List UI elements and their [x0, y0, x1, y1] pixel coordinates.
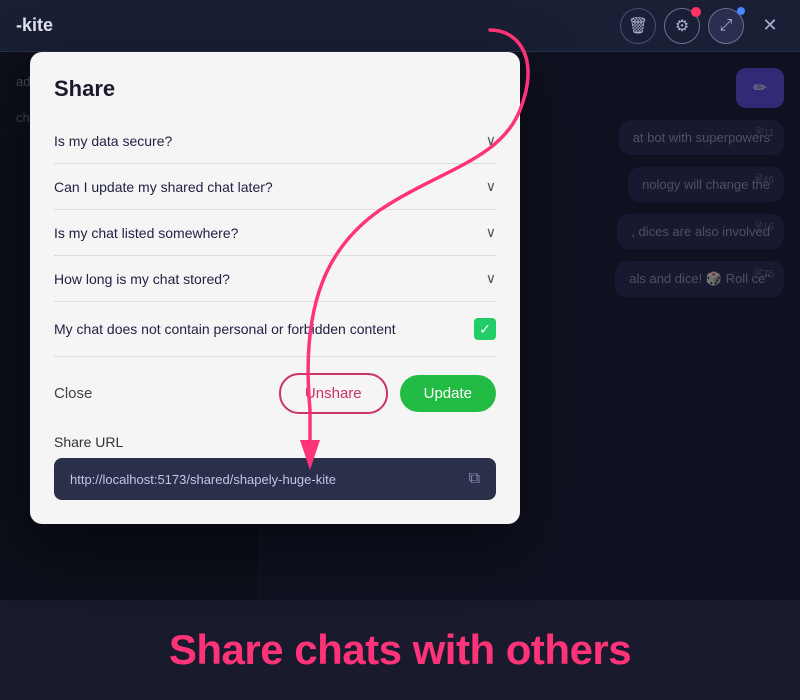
share-icon: ⤢	[720, 17, 733, 35]
checkbox-input[interactable]: ✓	[474, 318, 496, 340]
share-url-text: http://localhost:5173/shared/shapely-hug…	[70, 472, 457, 487]
share-button[interactable]: ⤢	[708, 8, 744, 44]
faq-item-data-secure[interactable]: Is my data secure? ∨	[54, 118, 496, 164]
delete-icon: 🗑	[628, 16, 648, 36]
checkbox-row: My chat does not contain personal or for…	[54, 302, 496, 357]
top-bar: -kite 🗑 ⚙ ⤢ ✕	[0, 0, 800, 52]
close-button[interactable]: ✕	[756, 12, 784, 40]
share-url-input: http://localhost:5173/shared/shapely-hug…	[54, 458, 496, 500]
close-label: Close	[54, 385, 267, 402]
share-url-label: Share URL	[54, 434, 496, 450]
faq-label: How long is my chat stored?	[54, 271, 230, 287]
share-url-section: Share URL http://localhost:5173/shared/s…	[54, 434, 496, 500]
bottom-title: Share chats with others	[169, 626, 631, 674]
close-icon: ✕	[762, 15, 777, 36]
checkbox-label: My chat does not contain personal or for…	[54, 321, 462, 337]
modal-title: Share	[54, 76, 496, 102]
update-button[interactable]: Update	[400, 375, 496, 412]
share-dot	[737, 7, 745, 15]
chevron-down-icon: ∨	[486, 270, 496, 287]
chevron-down-icon: ∨	[486, 178, 496, 195]
top-bar-actions: 🗑 ⚙ ⤢ ✕	[620, 8, 784, 44]
gear-button[interactable]: ⚙	[664, 8, 700, 44]
faq-item-listed[interactable]: Is my chat listed somewhere? ∨	[54, 210, 496, 256]
chevron-down-icon: ∨	[486, 224, 496, 241]
delete-button[interactable]: 🗑	[620, 8, 656, 44]
notification-dot	[691, 7, 701, 17]
faq-label: Can I update my shared chat later?	[54, 179, 273, 195]
gear-icon: ⚙	[675, 16, 689, 36]
faq-item-stored[interactable]: How long is my chat stored? ∨	[54, 256, 496, 302]
chevron-down-icon: ∨	[486, 132, 496, 149]
unshare-button[interactable]: Unshare	[279, 373, 388, 414]
copy-icon[interactable]: ⧉	[469, 470, 480, 488]
app-title: -kite	[16, 15, 53, 36]
bottom-bar: Share chats with others	[0, 600, 800, 700]
faq-label: Is my chat listed somewhere?	[54, 225, 238, 241]
share-modal: Share Is my data secure? ∨ Can I update …	[30, 52, 520, 524]
faq-label: Is my data secure?	[54, 133, 172, 149]
faq-item-update[interactable]: Can I update my shared chat later? ∨	[54, 164, 496, 210]
action-row: Close Unshare Update	[54, 357, 496, 430]
